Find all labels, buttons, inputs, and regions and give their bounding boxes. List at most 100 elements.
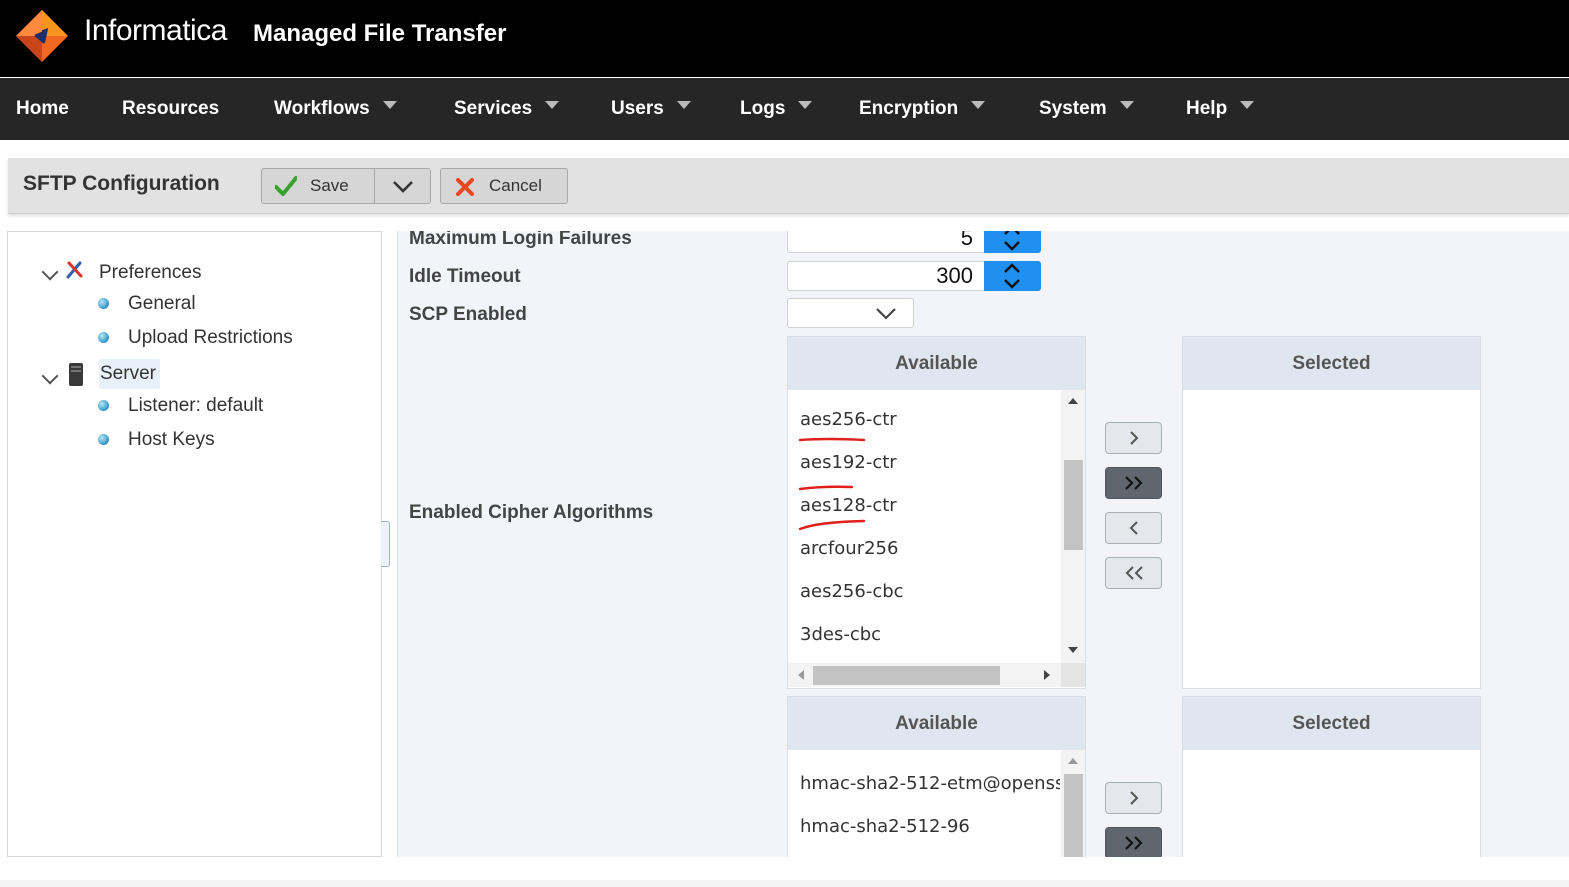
double-chevron-right-icon [1124, 836, 1143, 850]
product-title: Managed File Transfer [253, 20, 507, 47]
up-down-arrows-icon [1004, 263, 1020, 289]
nav-workflows[interactable]: Workflows [274, 78, 397, 140]
cipher-algorithms-label: Enabled Cipher Algorithms [409, 502, 654, 523]
chevron-right-icon [1129, 431, 1138, 445]
chevron-down-icon [1119, 100, 1134, 109]
idle-timeout-label: Idle Timeout [409, 266, 521, 287]
cipher-option[interactable]: aes256-ctr [800, 409, 897, 430]
chevron-right-icon [1129, 791, 1138, 805]
mac-move-all-right-button[interactable] [1105, 827, 1162, 857]
scroll-up-arrow-icon[interactable] [1067, 397, 1079, 405]
tree-item-preferences[interactable]: Preferences [99, 262, 201, 284]
cipher-available-list: Available aes256-ctr aes192-ctr aes128-c… [787, 336, 1086, 689]
chevron-down-icon [798, 100, 813, 109]
cipher-selected-list: Selected [1182, 336, 1481, 689]
scp-enabled-select[interactable] [787, 298, 914, 328]
idle-timeout-stepper[interactable] [984, 261, 1041, 291]
scroll-right-arrow-icon[interactable] [1043, 669, 1051, 681]
double-chevron-left-icon [1125, 566, 1143, 580]
chevron-down-icon [1240, 100, 1255, 109]
settings-form: Maximum Login Failures 5 Idle Timeout 30… [397, 231, 1569, 857]
nav-encryption[interactable]: Encryption [859, 78, 986, 140]
cipher-option[interactable]: 3des-cbc [800, 624, 881, 645]
scrollbar-thumb[interactable] [813, 666, 1000, 685]
scrollbar-thumb[interactable] [1064, 774, 1083, 857]
max-login-failures-label: Maximum Login Failures [409, 231, 632, 249]
scroll-down-arrow-icon[interactable] [1067, 646, 1079, 654]
cancel-label: Cancel [489, 176, 542, 195]
nav-system[interactable]: System [1039, 78, 1134, 140]
chevron-down-icon[interactable] [41, 367, 59, 385]
chevron-down-icon [382, 100, 397, 109]
max-login-failures-input[interactable]: 5 [787, 231, 985, 253]
cipher-option[interactable]: aes128-ctr [800, 495, 897, 516]
tree-item-host-keys[interactable]: Host Keys [128, 429, 215, 451]
save-options-button[interactable] [374, 168, 431, 204]
nav-users[interactable]: Users [611, 78, 691, 140]
chevron-down-icon [876, 308, 896, 320]
annotation-underline [798, 437, 866, 442]
scroll-corner [1061, 663, 1085, 687]
scroll-left-arrow-icon[interactable] [797, 669, 805, 681]
tree-item-server[interactable]: Server [100, 363, 156, 385]
save-label: Save [310, 176, 349, 195]
brand-name: Informatica [84, 14, 227, 47]
horizontal-scrollbar[interactable] [788, 663, 1061, 687]
page-toolbar: SFTP Configuration Save Cancel [8, 158, 1569, 214]
panel-splitter-handle[interactable] [381, 521, 390, 567]
bullet-icon [98, 400, 109, 411]
bullet-icon [98, 332, 109, 343]
save-button[interactable]: Save [261, 168, 375, 204]
vertical-scrollbar[interactable] [1061, 750, 1085, 857]
annotation-underline [798, 485, 854, 491]
informatica-logo-icon [16, 10, 68, 62]
nav-services[interactable]: Services [454, 78, 560, 140]
mac-selected-header: Selected [1183, 697, 1480, 750]
tree-item-general[interactable]: General [128, 293, 196, 315]
annotation-underline [798, 519, 866, 531]
move-all-left-button[interactable] [1105, 557, 1162, 589]
nav-help[interactable]: Help [1186, 78, 1255, 140]
cipher-selected-header: Selected [1183, 337, 1480, 390]
scrollbar-thumb[interactable] [1064, 460, 1083, 550]
chevron-down-icon [676, 100, 691, 109]
mac-available-list: Available hmac-sha2-512-etm@openss hmac-… [787, 696, 1086, 857]
scroll-up-arrow-icon[interactable] [1067, 757, 1079, 765]
move-all-right-button[interactable] [1105, 467, 1162, 499]
tools-icon [66, 261, 83, 279]
config-tree: Preferences General Upload Restrictions … [7, 231, 382, 857]
footer-strip [0, 880, 1569, 887]
cipher-option[interactable]: arcfour256 [800, 538, 898, 559]
bullet-icon [98, 298, 109, 309]
idle-timeout-input[interactable]: 300 [787, 261, 985, 291]
mac-option[interactable]: hmac-sha2-512-96 [800, 816, 970, 837]
tree-item-upload-restrictions[interactable]: Upload Restrictions [128, 327, 293, 349]
mac-option[interactable]: hmac-sha2-512-etm@openss [800, 773, 1060, 794]
move-left-button[interactable] [1105, 512, 1162, 544]
tree-item-listener[interactable]: Listener: default [128, 395, 263, 417]
page-title: SFTP Configuration [23, 172, 220, 195]
cipher-option[interactable]: aes192-ctr [800, 452, 897, 473]
up-down-arrows-icon [1004, 231, 1020, 251]
chevron-down-icon [545, 100, 560, 109]
chevron-down-icon[interactable] [41, 263, 59, 281]
mac-available-header: Available [788, 697, 1085, 750]
chevron-left-icon [1129, 521, 1138, 535]
cipher-option[interactable]: aes256-cbc [800, 581, 904, 602]
chevron-down-icon [393, 181, 413, 193]
double-chevron-right-icon [1124, 476, 1143, 490]
nav-home[interactable]: Home [16, 78, 69, 140]
nav-resources[interactable]: Resources [122, 78, 219, 140]
main-nav: Home Resources Workflows Services Users … [0, 78, 1569, 140]
nav-logs[interactable]: Logs [740, 78, 813, 140]
cancel-button[interactable]: Cancel [440, 168, 568, 204]
close-icon [456, 178, 474, 196]
mac-move-right-button[interactable] [1105, 782, 1162, 814]
vertical-scrollbar[interactable] [1061, 390, 1085, 663]
mac-selected-list: Selected [1182, 696, 1481, 857]
move-right-button[interactable] [1105, 422, 1162, 454]
checkmark-icon [275, 176, 297, 196]
scp-enabled-label: SCP Enabled [409, 304, 527, 325]
max-login-failures-stepper[interactable] [984, 231, 1041, 253]
app-header: Informatica Managed File Transfer [0, 0, 1569, 77]
